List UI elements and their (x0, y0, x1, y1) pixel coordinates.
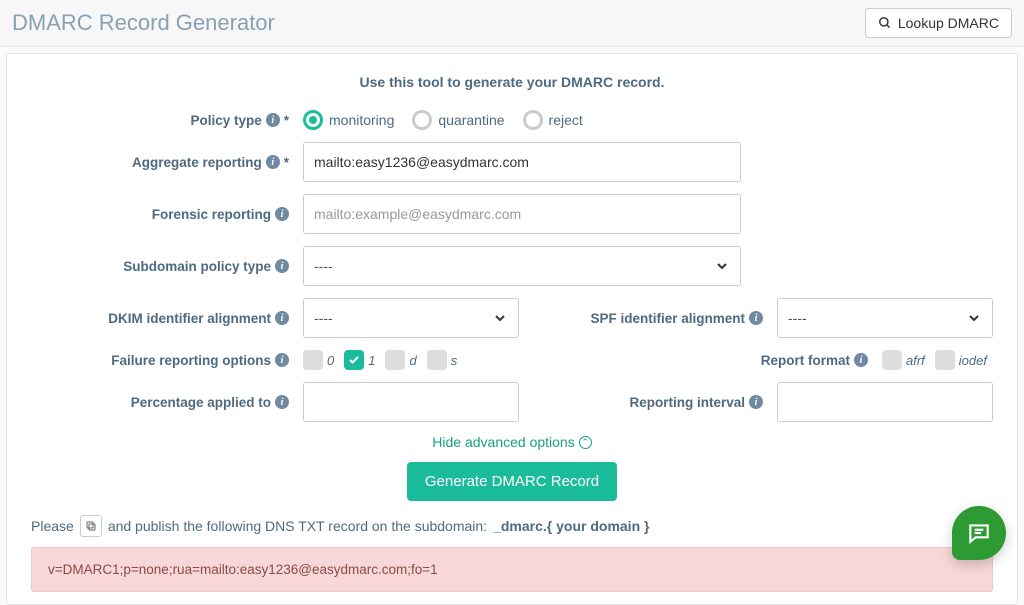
required-mark: * (284, 113, 289, 128)
failure-opt-1-checkbox[interactable] (344, 350, 364, 370)
dkim-alignment-value: ---- (314, 310, 333, 326)
chat-icon (966, 520, 992, 546)
failure-opt-s-label: s (451, 353, 458, 368)
policy-monitoring-label: monitoring (329, 112, 394, 128)
chevron-down-icon (966, 310, 982, 326)
info-icon[interactable]: i (749, 311, 763, 325)
percentage-input[interactable] (303, 382, 519, 422)
info-icon[interactable]: i (854, 353, 868, 367)
failure-opt-1-label: 1 (368, 353, 375, 368)
info-icon[interactable]: i (275, 395, 289, 409)
aggregate-reporting-label: Aggregate reporting (132, 155, 262, 170)
forensic-reporting-label: Forensic reporting (152, 207, 271, 222)
toggle-advanced-link[interactable]: Hide advanced options ⌃ (31, 434, 993, 450)
chat-fab-button[interactable] (952, 506, 1006, 560)
dkim-alignment-select[interactable]: ---- (303, 298, 519, 338)
forensic-reporting-input[interactable] (303, 194, 741, 234)
copy-button[interactable] (80, 515, 102, 537)
percentage-label: Percentage applied to (131, 395, 271, 410)
search-icon (878, 16, 892, 30)
generate-record-button[interactable]: Generate DMARC Record (407, 462, 617, 501)
instruction-domain: _dmarc.{ your domain } (493, 518, 649, 534)
report-format-iodef-label: iodef (959, 353, 987, 368)
chevron-up-circle-icon: ⌃ (579, 436, 592, 449)
reporting-interval-input[interactable] (777, 382, 993, 422)
spf-alignment-select[interactable]: ---- (777, 298, 993, 338)
copy-icon (85, 520, 97, 532)
spf-alignment-value: ---- (788, 310, 807, 326)
intro-text: Use this tool to generate your DMARC rec… (31, 74, 993, 90)
generator-panel: Use this tool to generate your DMARC rec… (6, 53, 1018, 605)
chevron-down-icon (492, 310, 508, 326)
radio-checked-icon (303, 110, 323, 130)
toggle-advanced-label: Hide advanced options (432, 434, 574, 450)
info-icon[interactable]: i (749, 395, 763, 409)
instruction-prefix: Please (31, 518, 74, 534)
failure-opt-0-checkbox[interactable] (303, 350, 323, 370)
policy-reject-radio[interactable]: reject (523, 110, 583, 130)
failure-opt-0-label: 0 (327, 353, 334, 368)
radio-icon (412, 110, 432, 130)
info-icon[interactable]: i (275, 353, 289, 367)
reporting-interval-label: Reporting interval (629, 395, 745, 410)
info-icon[interactable]: i (266, 155, 280, 169)
lookup-dmarc-button[interactable]: Lookup DMARC (865, 8, 1012, 38)
dkim-alignment-label: DKIM identifier alignment (108, 311, 271, 326)
policy-quarantine-radio[interactable]: quarantine (412, 110, 504, 130)
policy-quarantine-label: quarantine (438, 112, 504, 128)
policy-type-label: Policy type (190, 113, 261, 128)
info-icon[interactable]: i (266, 113, 280, 127)
instruction-mid: and publish the following DNS TXT record… (108, 518, 487, 534)
policy-monitoring-radio[interactable]: monitoring (303, 110, 394, 130)
policy-reject-label: reject (549, 112, 583, 128)
report-format-afrf-checkbox[interactable] (882, 350, 902, 370)
chevron-down-icon (714, 258, 730, 274)
failure-opt-d-label: d (409, 353, 416, 368)
check-icon (348, 354, 360, 366)
report-format-afrf-label: afrf (906, 353, 925, 368)
spf-alignment-label: SPF identifier alignment (590, 311, 745, 326)
report-format-label: Report format (761, 353, 850, 368)
required-mark: * (284, 155, 289, 170)
page-title: DMARC Record Generator (12, 10, 275, 36)
radio-icon (523, 110, 543, 130)
info-icon[interactable]: i (275, 259, 289, 273)
info-icon[interactable]: i (275, 207, 289, 221)
report-format-iodef-checkbox[interactable] (935, 350, 955, 370)
lookup-dmarc-label: Lookup DMARC (898, 15, 999, 31)
subdomain-policy-value: ---- (314, 258, 333, 274)
failure-opt-s-checkbox[interactable] (427, 350, 447, 370)
failure-opt-d-checkbox[interactable] (385, 350, 405, 370)
info-icon[interactable]: i (275, 311, 289, 325)
failure-options-label: Failure reporting options (111, 353, 271, 368)
dmarc-record-output: v=DMARC1;p=none;rua=mailto:easy1236@easy… (31, 547, 993, 592)
subdomain-policy-select[interactable]: ---- (303, 246, 741, 286)
subdomain-policy-label: Subdomain policy type (123, 259, 271, 274)
aggregate-reporting-input[interactable] (303, 142, 741, 182)
